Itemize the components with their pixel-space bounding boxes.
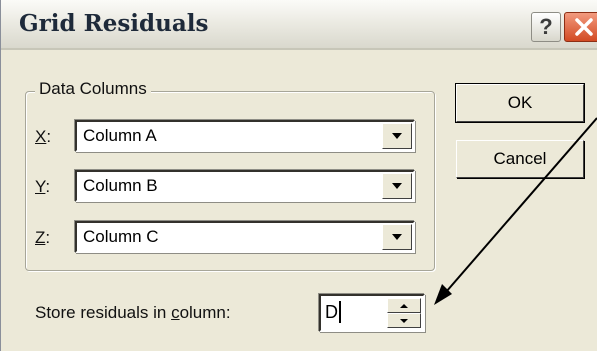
title-bar[interactable]: Grid Residuals ? [1,0,597,50]
y-label: Y: [35,177,50,197]
chevron-down-icon [392,133,402,139]
dialog-title: Grid Residuals [19,10,209,37]
help-icon: ? [539,14,553,39]
x-label: X: [35,127,51,147]
help-button[interactable]: ? [531,12,561,42]
y-dropdown-button[interactable] [382,173,412,199]
chevron-down-icon [392,234,402,240]
y-column-select[interactable]: Column B [75,170,415,202]
grid-residuals-dialog: Grid Residuals ? Data Columns X: Column … [0,0,597,351]
store-label-end: olumn: [179,303,231,322]
spin-down-button[interactable] [387,313,421,328]
y-mnemonic: Y [35,177,46,196]
x-label-colon: : [46,127,52,146]
chevron-down-icon [392,183,402,189]
x-mnemonic: X [35,127,47,146]
close-icon [575,18,593,36]
spinner-buttons [387,298,421,328]
cancel-button[interactable]: Cancel [456,140,584,178]
ok-button[interactable]: OK [455,83,585,123]
z-label-colon: : [45,228,51,247]
z-mnemonic: Z [35,228,46,247]
store-label-start: Store residuals in [35,303,172,322]
residual-column-input[interactable]: D [325,301,341,323]
store-residuals-label: Store residuals in column: [35,303,231,323]
x-dropdown-button[interactable] [382,123,412,149]
residual-column-spinner[interactable]: D [319,294,425,332]
x-column-value: Column A [83,126,157,145]
store-label-mnemonic: c [171,303,180,322]
chevron-down-icon [400,318,408,323]
close-button[interactable] [564,12,597,42]
z-column-value: Column C [83,227,159,246]
y-label-colon: : [45,177,51,196]
z-dropdown-button[interactable] [382,224,412,250]
spin-up-button[interactable] [387,298,421,313]
chevron-up-icon [400,303,408,308]
y-column-value: Column B [83,176,158,195]
z-label: Z: [35,228,50,248]
z-column-select[interactable]: Column C [75,221,415,253]
data-columns-legend: Data Columns [35,79,151,99]
x-column-select[interactable]: Column A [75,120,415,152]
